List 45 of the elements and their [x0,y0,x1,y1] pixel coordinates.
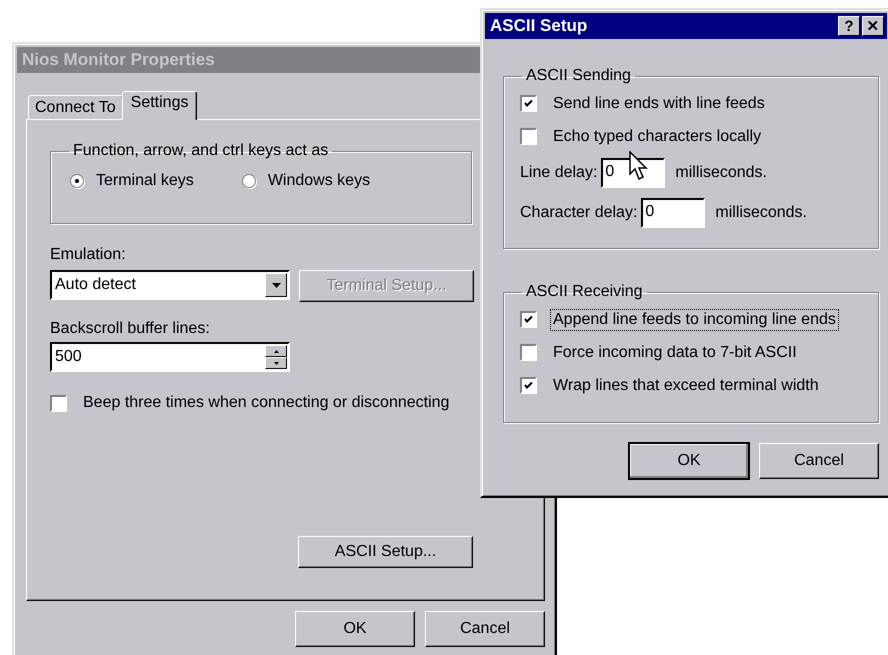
mouse-pointer-icon [629,151,649,181]
window-title: ASCII Setup [490,16,588,36]
checkbox[interactable] [520,311,537,328]
field-label: Emulation: [50,246,126,264]
checkbox[interactable] [520,377,537,394]
spin-up-icon[interactable] [265,345,287,357]
checkbox[interactable] [520,95,537,112]
checkbox-label[interactable]: Append line feeds to incoming line ends [550,308,839,330]
field-label: Character delay: [520,204,638,222]
dialog-button[interactable]: OK [629,443,749,479]
spin-down-icon[interactable] [265,357,287,369]
tab[interactable]: Connect To [28,95,123,119]
radio-label[interactable]: Windows keys [268,172,370,190]
checkbox-label[interactable]: Wrap lines that exceed terminal width [550,374,822,396]
title-bar-button[interactable]: ✕ [862,16,884,36]
checkmark-icon [522,313,535,326]
dialog-button[interactable]: OK [295,611,415,647]
dialog-button[interactable]: Cancel [425,611,545,647]
delay-field[interactable]: 0 [641,198,706,228]
unit-label: milliseconds. [715,204,807,222]
checkbox-label[interactable]: Force incoming data to 7-bit ASCII [550,342,800,364]
checkbox[interactable] [50,394,67,412]
radio-button[interactable] [242,174,256,188]
checkmark-icon [522,97,535,110]
group-label: ASCII Receiving [525,283,644,301]
group-label: ASCII Sending [525,67,632,85]
checkbox[interactable] [520,344,537,361]
checkbox-label[interactable]: Send line ends with line feeds [550,92,768,114]
radio-button[interactable] [70,174,84,188]
checkbox-label[interactable]: Beep three times when connecting or disconnecting [80,392,452,414]
checkbox[interactable] [520,128,537,145]
field-label: Backscroll buffer lines: [50,320,210,338]
checkbox-label[interactable]: Echo typed characters locally [550,126,764,148]
group-label: Function, arrow, and ctrl keys act as [72,142,330,160]
radio-label[interactable]: Terminal keys [96,172,194,190]
dialog-button[interactable]: Cancel [759,443,879,479]
title-bar-button[interactable]: ? [838,16,860,36]
window-title: Nios Monitor Properties [22,50,215,70]
field-label: Line delay: [520,164,598,182]
unit-label: milliseconds. [675,164,767,182]
emulation-dropdown[interactable]: Auto detect [50,270,290,300]
tab[interactable]: Settings [122,91,198,120]
backscroll-spinbox[interactable]: 500 [50,342,290,372]
checkmark-icon [522,379,535,392]
ascii-setup-button[interactable]: ASCII Setup... [298,536,473,568]
